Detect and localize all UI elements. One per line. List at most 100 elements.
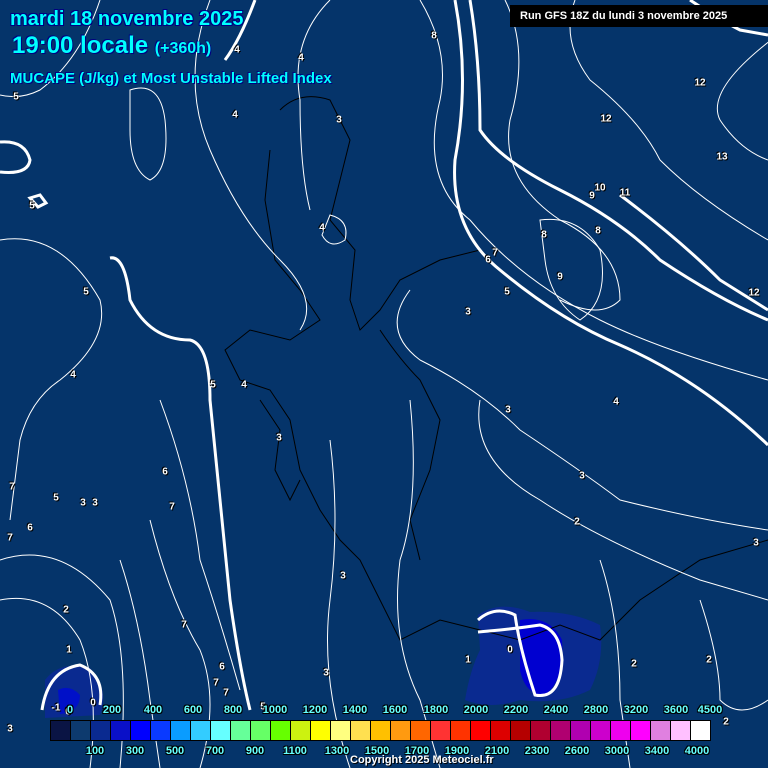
contour-label: 7	[169, 501, 175, 513]
legend-swatch	[191, 721, 211, 740]
forecast-time: 19:00 locale (+360h)	[12, 32, 211, 60]
contour-label: 6	[485, 254, 491, 266]
legend-swatch	[471, 721, 491, 740]
legend-top-label: 4500	[697, 704, 723, 716]
contour-label: 3	[92, 497, 98, 509]
contour-label: 5	[29, 200, 35, 212]
legend-swatch	[251, 721, 271, 740]
contour-label: 7	[7, 532, 13, 544]
legend-swatch	[631, 721, 651, 740]
contour-label: 4	[298, 52, 304, 64]
contour-label: 3	[336, 114, 342, 126]
contour-label: 0	[507, 644, 513, 656]
copyright: Copyright 2025 Meteociel.fr	[350, 754, 494, 766]
legend-swatch	[291, 721, 311, 740]
legend-swatch	[331, 721, 351, 740]
contour-label: 4	[234, 44, 240, 56]
legend-top-label: 1400	[342, 704, 368, 716]
coastlines	[224, 96, 768, 641]
contour-label: 2	[63, 604, 69, 616]
time-label: 19:00 locale	[12, 32, 149, 59]
contour-label: 6	[219, 661, 225, 673]
contour-label: 13	[716, 151, 728, 163]
legend-swatch	[91, 721, 111, 740]
contour-label: 4	[70, 369, 76, 381]
contour-label: 5	[13, 91, 19, 103]
legend-top-label: 3600	[663, 704, 689, 716]
legend-bottom-label: 1100	[283, 745, 307, 757]
legend-swatch	[531, 721, 551, 740]
legend-swatch	[551, 721, 571, 740]
contour-label: 7	[9, 481, 15, 493]
contour-label: 4	[232, 109, 238, 121]
contour-label: 3	[579, 470, 585, 482]
legend-swatch	[51, 721, 71, 740]
contour-label: 7	[492, 247, 498, 259]
contour-label: 3	[753, 537, 759, 549]
contour-label: 7	[181, 619, 187, 631]
contour-label: 2	[574, 516, 580, 528]
contour-label: 4	[613, 396, 619, 408]
contour-label: 2	[723, 716, 729, 728]
contour-label: 2	[631, 658, 637, 670]
legend-swatch	[411, 721, 431, 740]
legend-top-label: 2800	[583, 704, 609, 716]
legend-top-label: 200	[102, 704, 122, 716]
legend-top-label: 1800	[423, 704, 449, 716]
legend-swatch	[351, 721, 371, 740]
contour-label: 3	[465, 306, 471, 318]
contour-label: 12	[694, 77, 706, 89]
legend-swatch	[611, 721, 631, 740]
legend-top-label: 1000	[262, 704, 288, 716]
run-info: Run GFS 18Z du lundi 3 novembre 2025	[510, 5, 768, 27]
legend-bottom-label: 100	[85, 745, 105, 757]
contour-label: 2	[706, 654, 712, 666]
contour-label: -1	[51, 702, 61, 714]
contour-label: 3	[505, 404, 511, 416]
legend-swatch	[111, 721, 131, 740]
contour-label: 9	[589, 190, 595, 202]
legend-top-label: 800	[223, 704, 243, 716]
legend-bottom-label: 2600	[564, 745, 590, 757]
legend-bottom-label: 1300	[324, 745, 350, 757]
legend-swatch	[131, 721, 151, 740]
legend-swatch	[451, 721, 471, 740]
legend-bottom-label: 900	[245, 745, 265, 757]
legend-top-label: 3200	[623, 704, 649, 716]
legend-top-label: 600	[183, 704, 203, 716]
contour-label: 7	[223, 687, 229, 699]
legend-swatch	[571, 721, 591, 740]
contour-label: 5	[53, 492, 59, 504]
contour-label: 3	[276, 432, 282, 444]
legend-swatch	[371, 721, 391, 740]
legend-swatch	[311, 721, 331, 740]
legend-swatch	[271, 721, 291, 740]
contour-label: 5	[83, 286, 89, 298]
contour-label: 10	[594, 182, 606, 194]
map-canvas	[0, 0, 768, 768]
contour-label: 3	[7, 723, 13, 735]
weather-map-view: mardi 18 novembre 2025 19:00 locale (+36…	[0, 0, 768, 768]
legend-swatch	[431, 721, 451, 740]
legend-swatch	[391, 721, 411, 740]
contour-label: 7	[213, 677, 219, 689]
contour-label: 4	[241, 379, 247, 391]
contour-label: 8	[595, 225, 601, 237]
contour-label: 4	[319, 222, 325, 234]
legend-bottom-label: 3000	[604, 745, 630, 757]
contour-label: 12	[600, 113, 612, 125]
legend-top-label: 400	[143, 704, 163, 716]
legend-swatch	[491, 721, 511, 740]
forecast-offset: (+360h)	[154, 40, 212, 57]
legend-bottom-label: 700	[205, 745, 225, 757]
legend-swatch	[511, 721, 531, 740]
contour-label: 3	[323, 667, 329, 679]
contour-label: 3	[80, 497, 86, 509]
legend-swatch	[171, 721, 191, 740]
contour-label: 6	[162, 466, 168, 478]
contour-label: 8	[541, 229, 547, 241]
legend-swatch	[71, 721, 91, 740]
color-legend	[50, 720, 711, 741]
contour-label: 5	[210, 379, 216, 391]
legend-top-label: 2200	[503, 704, 529, 716]
